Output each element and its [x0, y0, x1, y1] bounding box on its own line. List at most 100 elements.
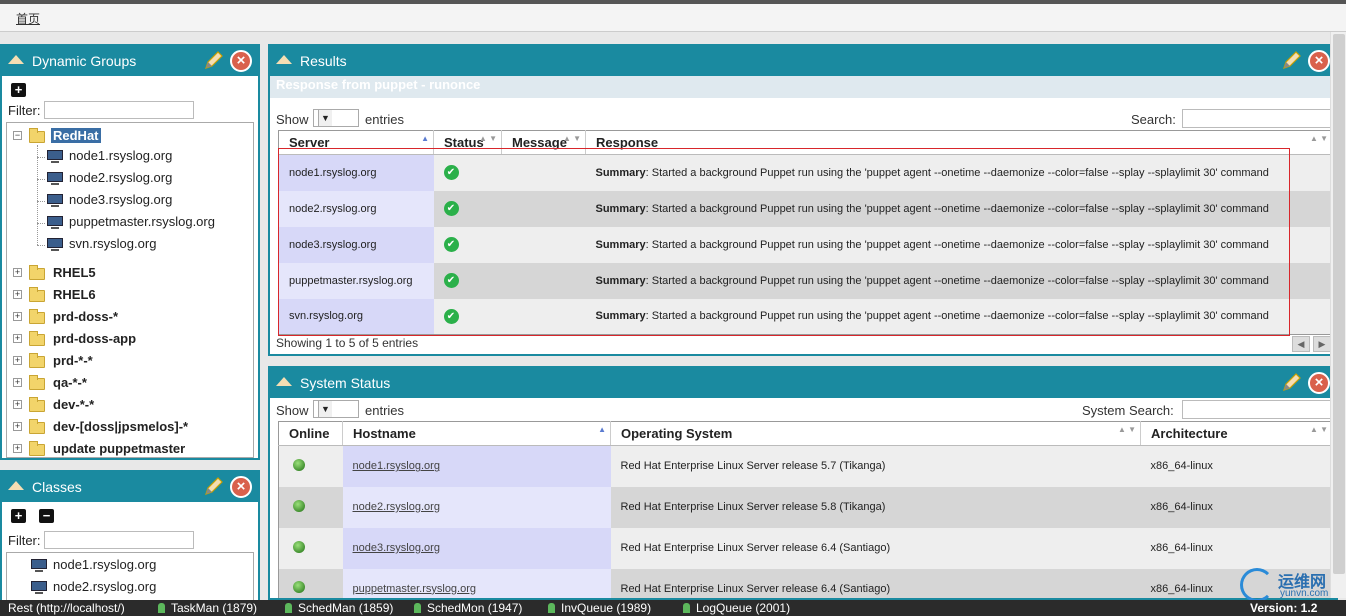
- tree-node[interactable]: node1.rsyslog.org: [53, 557, 156, 572]
- edit-pencil-icon[interactable]: [1280, 50, 1302, 72]
- hostname-link[interactable]: node1.rsyslog.org: [353, 460, 440, 472]
- tree-node[interactable]: node1.rsyslog.org: [69, 148, 172, 163]
- watermark-logo: 运维网 yunvn.com: [1240, 568, 1340, 602]
- tree-node[interactable]: node2.rsyslog.org: [69, 170, 172, 185]
- folder-icon: [29, 353, 45, 368]
- tree-line: [37, 157, 45, 158]
- column-header[interactable]: Architecture ▲ ▼: [1140, 421, 1333, 446]
- hostname-link[interactable]: node2.rsyslog.org: [353, 501, 440, 513]
- tree-node[interactable]: svn.rsyslog.org: [69, 236, 156, 251]
- collapse-icon[interactable]: [276, 55, 292, 64]
- expand-toggle-icon[interactable]: +: [13, 268, 22, 277]
- os-cell: Red Hat Enterprise Linux Server release …: [610, 527, 1141, 569]
- hostname-link[interactable]: node3.rsyslog.org: [353, 542, 440, 554]
- close-icon[interactable]: ×: [1308, 372, 1330, 394]
- remove-class-button[interactable]: −: [39, 509, 54, 523]
- online-cell: [278, 445, 343, 487]
- folder-icon: [29, 375, 45, 390]
- tree-group[interactable]: prd-doss-*: [53, 309, 118, 324]
- collapse-icon[interactable]: [8, 55, 24, 64]
- tree-node[interactable]: puppetmaster.rsyslog.org: [69, 214, 215, 229]
- online-status-icon: [293, 581, 305, 594]
- next-page-button[interactable]: ▶: [1313, 336, 1331, 352]
- tree-group[interactable]: dev-[doss|jpsmelos]-*: [53, 419, 188, 434]
- expand-toggle-icon[interactable]: +: [13, 444, 22, 453]
- column-header[interactable]: Online: [278, 421, 343, 446]
- computer-stand: [51, 205, 59, 207]
- edit-pencil-icon[interactable]: [1280, 372, 1302, 394]
- filter-input[interactable]: [44, 101, 194, 119]
- status-item: TaskMan (1879): [158, 601, 257, 615]
- add-class-button[interactable]: +: [11, 509, 26, 523]
- collapse-toggle-icon[interactable]: −: [13, 131, 22, 140]
- expand-toggle-icon[interactable]: +: [13, 290, 22, 299]
- add-group-button[interactable]: +: [11, 83, 26, 97]
- collapse-icon[interactable]: [276, 377, 292, 386]
- tree-group[interactable]: RHEL6: [53, 287, 96, 302]
- expand-toggle-icon[interactable]: +: [13, 356, 22, 365]
- computer-screen: [47, 216, 63, 226]
- status-bar: Rest (http://localhost/) Version: 1.2 Ta…: [0, 600, 1346, 616]
- search-input[interactable]: [1182, 109, 1332, 128]
- results-panel: Results × Response from puppet - runonce…: [268, 44, 1338, 356]
- hostname-link[interactable]: puppetmaster.rsyslog.org: [353, 583, 477, 595]
- dynamic-groups-header: Dynamic Groups ×: [2, 46, 258, 76]
- column-header[interactable]: Operating System ▲ ▼: [610, 421, 1141, 446]
- panel-title: Results: [300, 53, 347, 69]
- table-row: node1.rsyslog.org Red Hat Enterprise Linu…: [278, 445, 1333, 487]
- sort-icon: ▲ ▼: [562, 134, 581, 143]
- hostname-cell: puppetmaster.rsyslog.org: [342, 568, 611, 598]
- home-link[interactable]: 首页: [16, 10, 40, 27]
- online-cell: [278, 568, 343, 598]
- sort-asc-icon: ▲: [421, 134, 429, 143]
- close-icon[interactable]: ×: [230, 50, 252, 72]
- chevron-down-icon: ▼: [318, 110, 332, 126]
- page-scrollbar[interactable]: [1330, 32, 1346, 598]
- collapse-icon[interactable]: [8, 481, 24, 490]
- folder-icon: [29, 309, 45, 324]
- tree-group[interactable]: qa-*-*: [53, 375, 87, 390]
- status-item-label: SchedMan (1859): [298, 601, 394, 615]
- tree-node[interactable]: node2.rsyslog.org: [53, 579, 156, 594]
- tree-node[interactable]: node3.rsyslog.org: [69, 192, 172, 207]
- system-search-input[interactable]: [1182, 400, 1332, 419]
- sort-icon: ▲ ▼: [1117, 425, 1136, 434]
- close-icon[interactable]: ×: [1308, 50, 1330, 72]
- close-icon[interactable]: ×: [230, 476, 252, 498]
- scrollbar-thumb[interactable]: [1333, 34, 1345, 574]
- hostname-cell: node3.rsyslog.org: [342, 527, 611, 569]
- entries-select[interactable]: 10▼: [313, 109, 359, 127]
- tree-line: [37, 145, 38, 245]
- tree-group[interactable]: prd-*-*: [53, 353, 93, 368]
- panel-title: Classes: [32, 479, 82, 495]
- filter-input[interactable]: [44, 531, 194, 549]
- prev-page-button[interactable]: ◀: [1292, 336, 1310, 352]
- computer-screen: [31, 581, 47, 591]
- tree-group[interactable]: update puppetmaster: [53, 441, 185, 456]
- folder-icon: [29, 287, 45, 302]
- expand-toggle-icon[interactable]: +: [13, 400, 22, 409]
- edit-pencil-icon[interactable]: [202, 476, 224, 498]
- status-item-label: LogQueue (2001): [696, 601, 791, 615]
- tree-group[interactable]: RHEL5: [53, 265, 96, 280]
- entries-select[interactable]: 10▼: [313, 400, 359, 418]
- tree-group-selected[interactable]: RedHat: [51, 128, 101, 143]
- status-light-icon: [285, 603, 292, 613]
- column-header[interactable]: Hostname ▲: [342, 421, 611, 446]
- computer-stand: [35, 592, 43, 594]
- results-subheader: Response from puppet - runonce: [270, 76, 1336, 98]
- expand-toggle-icon[interactable]: +: [13, 312, 22, 321]
- expand-toggle-icon[interactable]: +: [13, 378, 22, 387]
- search-label: Search:: [1131, 112, 1176, 127]
- expand-toggle-icon[interactable]: +: [13, 334, 22, 343]
- computer-stand: [51, 227, 59, 229]
- computer-icon: [47, 150, 63, 164]
- panel-title: Dynamic Groups: [32, 53, 137, 69]
- tree-group[interactable]: prd-doss-app: [53, 331, 136, 346]
- sort-icon: ▲ ▼: [1309, 425, 1328, 434]
- expand-toggle-icon[interactable]: +: [13, 422, 22, 431]
- edit-pencil-icon[interactable]: [202, 50, 224, 72]
- system-status-panel: System Status × Show 10▼ entries System …: [268, 366, 1338, 600]
- computer-stand: [51, 161, 59, 163]
- tree-group[interactable]: dev-*-*: [53, 397, 94, 412]
